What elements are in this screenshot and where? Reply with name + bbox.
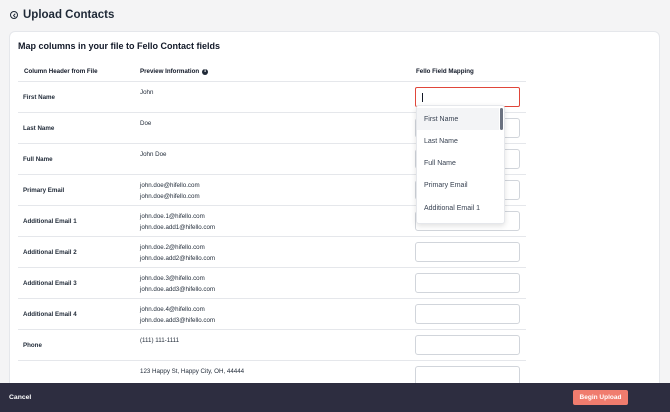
dropdown-scrollbar[interactable] bbox=[500, 108, 503, 130]
row-preview: John Doe bbox=[140, 150, 167, 161]
row-column-header: Additional Email 3 bbox=[23, 280, 77, 287]
preview-line: john.doe.3@hifello.com bbox=[140, 275, 205, 282]
preview-line: john.doe@hifello.com bbox=[140, 192, 200, 200]
preview-line: john.doe.add1@hifello.com bbox=[140, 223, 216, 231]
row-preview: john.doe.2@hifello.com john.doe.add2@hife… bbox=[140, 243, 215, 264]
row-column-header: Full Name bbox=[23, 156, 53, 163]
preview-line: Doe bbox=[140, 120, 152, 127]
row-column-header: Additional Email 1 bbox=[23, 218, 77, 225]
column-header-preview-label: Preview Information bbox=[140, 68, 200, 75]
back-arrow-icon[interactable] bbox=[10, 11, 18, 19]
dropdown-option[interactable]: Additional Email 1 bbox=[417, 197, 499, 219]
field-dropdown[interactable]: First Name Last Name Full Name Primary Emai… bbox=[416, 105, 505, 224]
table-row: Phone (111) 111-1111 bbox=[18, 329, 526, 360]
cancel-button[interactable]: Cancel bbox=[9, 383, 31, 412]
row-preview: John bbox=[140, 88, 153, 99]
mapping-select[interactable] bbox=[415, 335, 520, 355]
dropdown-option[interactable]: First Name bbox=[417, 108, 499, 130]
mapping-select[interactable] bbox=[415, 273, 520, 293]
row-preview: john.doe.3@hifello.com john.doe.add3@hife… bbox=[140, 274, 215, 295]
preview-line: 123 Happy St, Happy City, OH, 44444 bbox=[140, 368, 245, 375]
row-preview: john.doe.4@hifello.com john.doe.add3@hife… bbox=[140, 305, 215, 326]
preview-line: john.doe@hifello.com bbox=[140, 182, 200, 189]
mapping-card: Map columns in your file to Fello Contac… bbox=[9, 31, 660, 412]
preview-line: john.doe.add2@hifello.com bbox=[140, 254, 216, 262]
table-row: Additional Email 3 john.doe.3@hifello.com… bbox=[18, 267, 526, 298]
card-title: Map columns in your file to Fello Contac… bbox=[18, 41, 221, 51]
preview-line: john.doe.add3@hifello.com bbox=[140, 316, 216, 324]
column-header-file: Column Header from File bbox=[24, 68, 98, 75]
row-column-header: Additional Email 2 bbox=[23, 249, 77, 256]
preview-line: John Doe bbox=[140, 151, 167, 158]
row-preview: Doe bbox=[140, 119, 151, 130]
footer-bar: Cancel Begin Upload bbox=[0, 383, 670, 412]
dropdown-option[interactable]: Primary Email bbox=[417, 175, 499, 197]
page-title: Upload Contacts bbox=[23, 9, 115, 21]
row-column-header: Phone bbox=[23, 342, 42, 349]
mapping-select[interactable] bbox=[415, 87, 520, 107]
preview-line: john.doe.1@hifello.com bbox=[140, 213, 205, 220]
text-caret bbox=[422, 93, 423, 102]
column-header-preview: Preview Information i bbox=[140, 68, 209, 75]
table-row: Additional Email 4 john.doe.4@hifello.com… bbox=[18, 298, 526, 329]
row-column-header: Primary Email bbox=[23, 187, 65, 194]
mapping-select[interactable] bbox=[415, 242, 520, 262]
dropdown-option[interactable]: Last Name bbox=[417, 130, 499, 152]
preview-line: (111) 111-1111 bbox=[140, 337, 180, 344]
preview-line: john.doe.4@hifello.com bbox=[140, 306, 205, 313]
begin-upload-button[interactable]: Begin Upload bbox=[573, 390, 628, 405]
row-preview: (111) 111-1111 bbox=[140, 336, 179, 347]
preview-line: john.doe.add3@hifello.com bbox=[140, 285, 216, 293]
table-row: Additional Email 2 john.doe.2@hifello.com… bbox=[18, 236, 526, 267]
row-column-header: Last Name bbox=[23, 125, 55, 132]
info-icon[interactable]: i bbox=[202, 68, 209, 75]
page-header: Upload Contacts bbox=[10, 8, 114, 22]
row-column-header: First Name bbox=[23, 94, 55, 101]
row-preview: john.doe.1@hifello.com john.doe.add1@hife… bbox=[140, 212, 215, 233]
row-preview: john.doe@hifello.com john.doe@hifello.com bbox=[140, 181, 200, 202]
row-preview: 123 Happy St, Happy City, OH, 44444 bbox=[140, 367, 244, 378]
dropdown-option[interactable]: Full Name bbox=[417, 153, 499, 175]
row-column-header: Additional Email 4 bbox=[23, 311, 77, 318]
preview-line: john.doe.2@hifello.com bbox=[140, 244, 205, 251]
column-header-mapping: Fello Field Mapping bbox=[416, 68, 474, 75]
mapping-select[interactable] bbox=[415, 304, 520, 324]
preview-line: John bbox=[140, 89, 154, 96]
